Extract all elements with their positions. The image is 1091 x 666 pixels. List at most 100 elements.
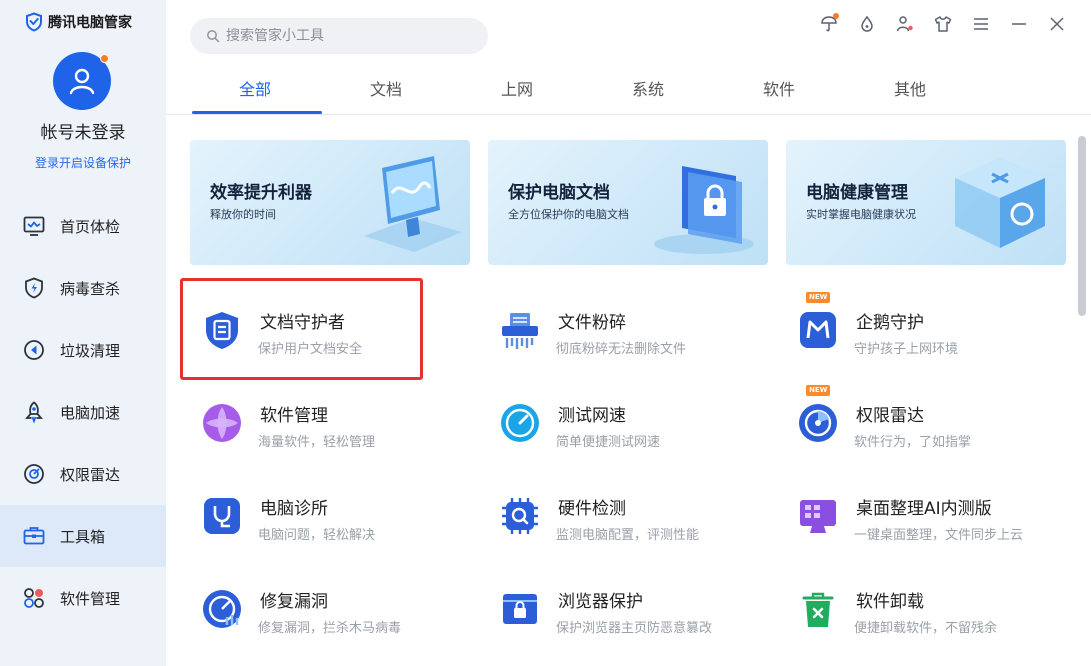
category-tabs: 全部 文档 上网 系统 软件 其他 — [190, 64, 1070, 116]
shield-bolt-icon — [25, 277, 43, 299]
tool-desc: 一键桌面整理，文件同步上云 — [854, 528, 1024, 543]
sidebar-item-label: 首页体检 — [60, 217, 121, 236]
trash-icon — [802, 592, 834, 627]
tool-desc: 彻底粉碎无法删除文件 — [556, 342, 687, 357]
tool-desc: 电脑问题，轻松解决 — [258, 528, 376, 543]
feedback-button[interactable] — [817, 12, 841, 36]
tool-name: 权限雷达 — [856, 406, 924, 426]
patch-icon — [203, 590, 241, 628]
search-box[interactable] — [190, 18, 488, 54]
tool-desc: 软件行为，了如指掌 — [854, 435, 972, 450]
tool-software-manage[interactable]: 软件管理 海量软件，轻松管理 — [182, 389, 422, 459]
divider — [166, 114, 1091, 115]
sidebar-item-label: 病毒查杀 — [60, 279, 121, 298]
tool-file-shredder[interactable]: 文件粉碎 彻底粉碎无法删除文件 — [480, 296, 720, 366]
sidebar-item-junk-clean[interactable]: 垃圾清理 — [0, 319, 166, 381]
tool-name: 浏览器保护 — [558, 592, 643, 612]
tab-all[interactable]: 全部 — [190, 76, 320, 100]
sidebar-item-label: 工具箱 — [60, 527, 106, 546]
toolbox-icon — [23, 527, 45, 545]
tool-software-uninstall[interactable]: 软件卸载 便捷卸载软件，不留残余 — [778, 575, 1018, 645]
banner-title: 电脑健康管理 — [806, 183, 908, 203]
app-brand: 腾讯电脑管家 — [24, 12, 132, 32]
tool-desc: 修复漏洞，拦杀木马病毒 — [258, 621, 402, 636]
banner-title: 保护电脑文档 — [508, 183, 610, 203]
tab-other[interactable]: 其他 — [845, 76, 975, 100]
tool-desc: 保护用户文档安全 — [258, 342, 363, 357]
skin-button[interactable] — [931, 12, 955, 36]
monitor-icon — [23, 216, 45, 236]
sidebar-item-virus-scan[interactable]: 病毒查杀 — [0, 257, 166, 319]
search-icon — [207, 30, 220, 43]
tool-name: 修复漏洞 — [260, 592, 328, 612]
shredder-icon — [502, 313, 538, 349]
tool-browser-protect[interactable]: 浏览器保护 保护浏览器主页防恶意篡改 — [480, 575, 720, 645]
banner-efficiency[interactable]: 效率提升利器 释放你的时间 — [190, 140, 470, 265]
sidebar-item-home-check[interactable]: 首页体检 — [0, 195, 166, 257]
tab-software[interactable]: 软件 — [714, 76, 844, 100]
tool-name: 企鹅守护 — [856, 313, 924, 333]
drop-button[interactable] — [855, 12, 879, 36]
close-button[interactable] — [1045, 12, 1069, 36]
tool-desktop-organize[interactable]: 桌面整理AI内测版 一键桌面整理，文件同步上云 — [778, 482, 1023, 552]
tool-name: 硬件检测 — [558, 499, 626, 519]
tool-name: 软件卸载 — [856, 592, 924, 612]
new-badge: NEW — [806, 292, 831, 303]
tool-desc: 监测电脑配置，评测性能 — [556, 528, 700, 543]
minimize-button[interactable] — [1007, 12, 1031, 36]
tab-internet[interactable]: 上网 — [452, 76, 582, 100]
tool-desc: 海量软件，轻松管理 — [258, 435, 376, 450]
apps-icon — [24, 588, 44, 608]
radar-icon — [24, 464, 44, 484]
tab-system[interactable]: 系统 — [583, 76, 713, 100]
new-badge: NEW — [806, 385, 831, 396]
rocket-icon — [25, 401, 43, 424]
minimize-icon — [1012, 23, 1026, 25]
drop-icon — [861, 15, 873, 32]
window-toolbar — [817, 12, 1069, 36]
user-gear-icon — [896, 16, 913, 32]
close-icon — [1050, 17, 1064, 31]
user-icon — [69, 68, 95, 95]
menu-button[interactable] — [969, 12, 993, 36]
banner-document-protect[interactable]: 保护电脑文档 全方位保护你的电脑文档 — [488, 140, 768, 265]
banner-title: 效率提升利器 — [210, 183, 312, 203]
software-manage-icon — [203, 404, 241, 442]
folder-lock-illustration-icon — [654, 166, 754, 254]
tool-fix-vulnerability[interactable]: 修复漏洞 修复漏洞，拦杀木马病毒 — [182, 575, 422, 645]
avatar[interactable] — [53, 52, 111, 110]
health-cube-illustration-icon — [955, 158, 1045, 248]
tshirt-icon — [934, 16, 952, 32]
notification-dot — [833, 13, 839, 19]
tool-desc: 守护孩子上网环境 — [854, 342, 959, 357]
document-shield-icon — [206, 312, 238, 349]
tab-documents[interactable]: 文档 — [321, 76, 451, 100]
sidebar-item-permission-radar[interactable]: 权限雷达 — [0, 443, 166, 505]
tool-name: 文档守护者 — [260, 313, 345, 333]
search-input[interactable] — [226, 28, 466, 44]
stethoscope-icon — [204, 498, 240, 534]
tool-name: 软件管理 — [260, 406, 328, 426]
banner-health-manage[interactable]: 电脑健康管理 实时掌握电脑健康状况 — [786, 140, 1066, 265]
login-link[interactable]: 登录开启设备保护 — [0, 154, 166, 171]
sidebar-item-label: 权限雷达 — [60, 465, 121, 484]
sidebar-item-speed-up[interactable]: 电脑加速 — [0, 381, 166, 443]
sidebar-item-software-manage[interactable]: 软件管理 — [0, 567, 166, 629]
shield-heart-logo-icon — [26, 12, 42, 32]
tool-permission-radar[interactable]: NEW 权限雷达 软件行为，了如指掌 — [778, 385, 1018, 459]
tool-document-guardian[interactable]: 文档守护者 保护用户文档安全 — [182, 296, 422, 366]
user-name: 帐号未登录 — [40, 123, 126, 143]
tool-pc-clinic[interactable]: 电脑诊所 电脑问题，轻松解决 — [182, 482, 422, 552]
sidebar-item-label: 垃圾清理 — [60, 341, 121, 360]
banner-subtitle: 实时掌握电脑健康状况 — [806, 208, 916, 221]
tool-hardware-check[interactable]: 硬件检测 监测电脑配置，评测性能 — [480, 482, 720, 552]
speedometer-icon — [501, 404, 539, 442]
radar-icon — [799, 404, 837, 442]
sidebar-item-toolbox[interactable]: 工具箱 — [0, 505, 166, 567]
scrollbar-thumb[interactable] — [1078, 136, 1086, 316]
tool-penguin-guard[interactable]: NEW 企鹅守护 守护孩子上网环境 — [778, 292, 1018, 366]
tool-speed-test[interactable]: 测试网速 简单便捷测试网速 — [480, 389, 720, 459]
sidebar-item-label: 软件管理 — [60, 589, 121, 608]
user-settings-button[interactable] — [893, 12, 917, 36]
tool-name: 文件粉碎 — [558, 313, 626, 333]
